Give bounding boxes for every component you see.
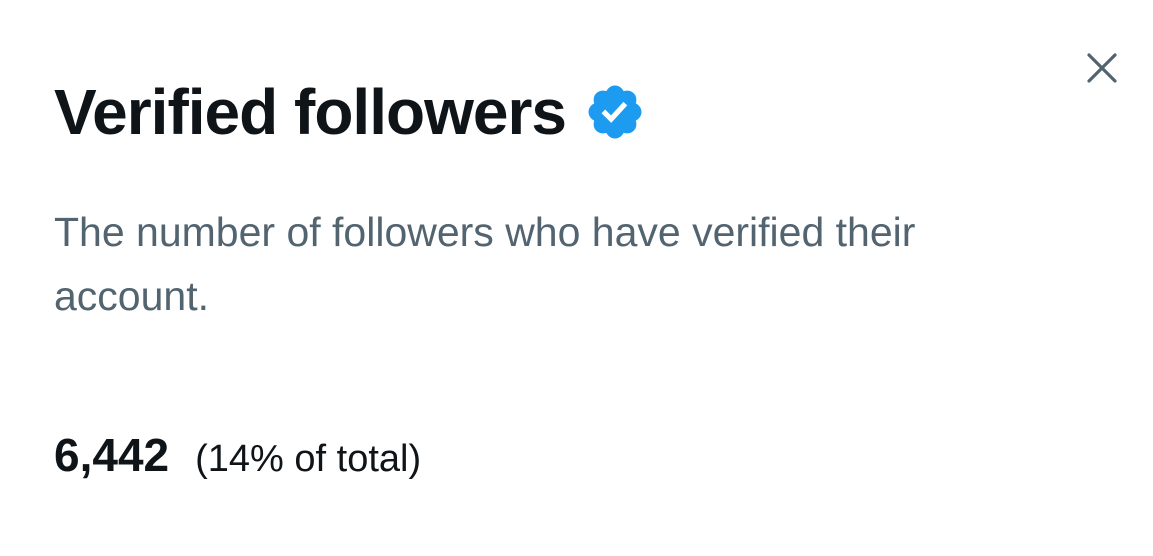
dialog-description: The number of followers who have verifie… xyxy=(54,209,916,319)
close-button[interactable] xyxy=(1080,46,1124,90)
verified-followers-stat: 6,442 (14% of total) xyxy=(54,428,421,482)
close-icon xyxy=(1087,53,1117,83)
verified-followers-count: 6,442 xyxy=(54,429,170,481)
verified-followers-dialog: Verified followers The number of followe… xyxy=(0,0,1153,556)
dialog-header: Verified followers xyxy=(54,72,646,152)
verified-followers-share: (14% of total) xyxy=(195,438,422,480)
verified-badge-icon xyxy=(584,81,646,143)
dialog-title: Verified followers xyxy=(54,76,567,148)
